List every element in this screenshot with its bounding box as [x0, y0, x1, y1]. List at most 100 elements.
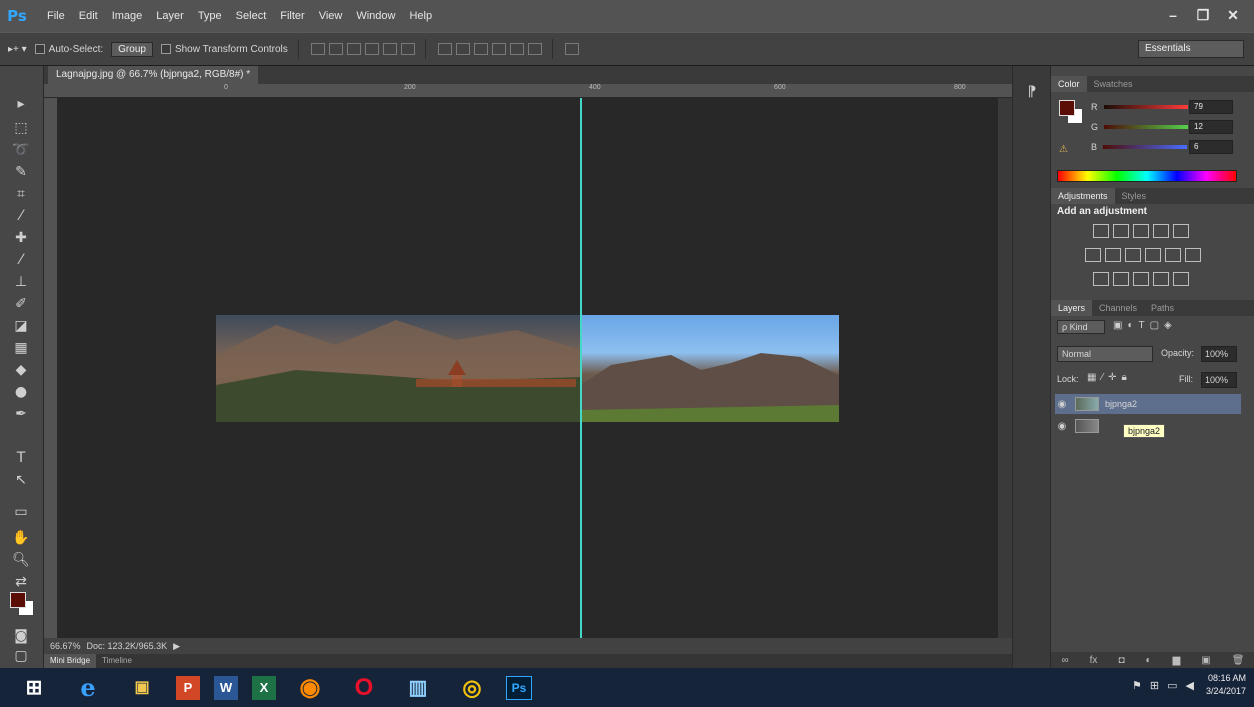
tab-timeline[interactable]: Timeline — [96, 654, 138, 668]
menu-image[interactable]: Image — [105, 0, 150, 32]
workspace-dropdown[interactable]: Essentials — [1138, 40, 1244, 58]
new-layer-icon[interactable]: ▣ — [1201, 655, 1210, 666]
layer-filter-icons[interactable]: ▣◐T▢◈ — [1113, 320, 1177, 331]
green-slider-track[interactable] — [1104, 125, 1189, 129]
flag-icon[interactable]: ⚑ — [1132, 679, 1142, 692]
close-button[interactable]: ✕ — [1218, 4, 1248, 26]
distribute-middle-icon[interactable] — [455, 43, 470, 55]
volume-icon[interactable]: ◀ — [1185, 679, 1193, 692]
distribute-bottom-icon[interactable] — [473, 43, 488, 55]
brightness-icon[interactable] — [1093, 224, 1109, 238]
align-bottom-icon[interactable] — [346, 43, 361, 55]
layer-row-selected[interactable]: ◉ bjpnga2 — [1055, 394, 1241, 414]
red-slider-track[interactable] — [1103, 105, 1188, 109]
chrome-icon[interactable]: ◎ — [452, 672, 492, 704]
status-menu-arrow-icon[interactable]: ▶ — [173, 641, 180, 652]
color-balance-icon[interactable] — [1105, 248, 1121, 262]
menu-layer[interactable]: Layer — [149, 0, 191, 32]
levels-icon[interactable] — [1113, 224, 1129, 238]
taskbar-clock[interactable]: 08:16 AM 3/24/2017 — [1206, 672, 1246, 698]
distribute-left-icon[interactable] — [491, 43, 506, 55]
publisher-icon[interactable]: ▥ — [398, 672, 438, 704]
excel-icon[interactable]: X — [252, 675, 276, 700]
tab-channels[interactable]: Channels — [1092, 300, 1144, 316]
align-middle-icon[interactable] — [328, 43, 343, 55]
new-adjustment-icon[interactable]: ◐ — [1146, 655, 1152, 666]
start-button-icon[interactable]: ⊞ — [14, 672, 54, 704]
doc-size[interactable]: Doc: 123.2K/965.3K — [87, 641, 168, 651]
clone-stamp-tool-icon[interactable]: ⊥ — [10, 272, 32, 292]
photo-filter-icon[interactable] — [1145, 248, 1161, 262]
document-tab[interactable]: Lagnajpg.jpg @ 66.7% (bjpnga2, RGB/8#) * — [48, 66, 259, 84]
quick-mask-icon[interactable]: ◙ — [10, 626, 32, 646]
firefox-icon[interactable]: ◉ — [290, 672, 330, 704]
marquee-tool-icon[interactable]: ⬚ — [10, 118, 32, 138]
hue-saturation-icon[interactable] — [1085, 248, 1101, 262]
foreground-color-swatch[interactable] — [10, 592, 26, 608]
tab-adjustments[interactable]: Adjustments — [1051, 188, 1115, 204]
history-panel-icon[interactable]: ⁋ — [1021, 82, 1043, 102]
invert-icon[interactable] — [1093, 272, 1109, 286]
vertical-ruler[interactable] — [44, 98, 58, 638]
visibility-eye-icon[interactable]: ◉ — [1055, 421, 1069, 432]
menu-select[interactable]: Select — [229, 0, 274, 32]
align-center-icon[interactable] — [382, 43, 397, 55]
blur-tool-icon[interactable]: ◆ — [10, 360, 32, 380]
blue-slider-track[interactable] — [1103, 145, 1188, 149]
gradient-tool-icon[interactable]: ▦ — [10, 338, 32, 358]
photoshop-taskbar-icon[interactable]: Ps — [506, 675, 532, 700]
curves-icon[interactable] — [1133, 224, 1149, 238]
network-icon[interactable]: ⊞ — [1150, 679, 1159, 692]
menu-file[interactable]: File — [40, 0, 72, 32]
color-lookup-icon[interactable] — [1185, 248, 1201, 262]
vertical-guide[interactable] — [580, 98, 582, 638]
color-slider-g[interactable]: G — [1091, 120, 1189, 134]
battery-icon[interactable]: ▭ — [1167, 679, 1177, 692]
auto-select-checkbox[interactable] — [34, 44, 45, 54]
distribute-center-icon[interactable] — [509, 43, 524, 55]
distribute-right-icon[interactable] — [527, 43, 542, 55]
dodge-tool-icon[interactable]: ● — [10, 382, 32, 402]
tab-swatches[interactable]: Swatches — [1087, 76, 1140, 92]
file-explorer-icon[interactable]: ▣ — [122, 672, 162, 704]
auto-select-option[interactable]: Auto-Select: — [34, 44, 103, 55]
add-mask-icon[interactable]: ◘ — [1118, 655, 1124, 666]
eyedropper-tool-icon[interactable]: ⁄ — [10, 206, 32, 226]
menu-type[interactable]: Type — [191, 0, 229, 32]
rectangle-tool-icon[interactable]: ▭ — [10, 502, 32, 522]
delete-layer-icon[interactable]: 🗑︎ — [1232, 655, 1245, 666]
new-group-icon[interactable]: ▆ — [1173, 655, 1181, 666]
channel-mixer-icon[interactable] — [1165, 248, 1181, 262]
document-image[interactable] — [216, 315, 839, 422]
zoom-level[interactable]: 66.67% — [50, 641, 81, 651]
color-spectrum-ramp[interactable] — [1057, 170, 1237, 182]
vertical-scrollbar[interactable] — [998, 98, 1012, 638]
tab-color[interactable]: Color — [1051, 76, 1087, 92]
crop-tool-icon[interactable]: ⌗ — [10, 184, 32, 204]
vibrance-icon[interactable] — [1173, 224, 1189, 238]
move-tool-icon[interactable]: ▸ — [10, 94, 32, 114]
auto-select-dropdown[interactable]: Group — [111, 41, 153, 57]
align-top-icon[interactable] — [310, 43, 325, 55]
gamut-warning-icon[interactable]: ⚠ — [1059, 144, 1068, 155]
quick-select-tool-icon[interactable]: ✎ — [10, 162, 32, 182]
lasso-tool-icon[interactable]: ➰ — [10, 140, 32, 160]
type-tool-icon[interactable]: T — [10, 448, 32, 468]
auto-align-icon[interactable] — [564, 43, 579, 55]
zoom-tool-icon[interactable]: 🔍︎ — [10, 550, 32, 570]
align-right-icon[interactable] — [400, 43, 415, 55]
canvas-area[interactable] — [58, 98, 998, 638]
opera-icon[interactable]: O — [344, 672, 384, 704]
visibility-eye-icon[interactable]: ◉ — [1055, 399, 1069, 410]
menu-filter[interactable]: Filter — [273, 0, 311, 32]
posterize-icon[interactable] — [1113, 272, 1129, 286]
menu-window[interactable]: Window — [349, 0, 402, 32]
pen-tool-icon[interactable]: ✒ — [10, 404, 32, 424]
menu-help[interactable]: Help — [402, 0, 439, 32]
screen-mode-icon[interactable]: ▢ — [10, 646, 32, 666]
tab-styles[interactable]: Styles — [1115, 188, 1154, 204]
green-value-field[interactable]: 12 — [1189, 120, 1233, 134]
menu-view[interactable]: View — [312, 0, 350, 32]
gradient-map-icon[interactable] — [1153, 272, 1169, 286]
menu-edit[interactable]: Edit — [72, 0, 105, 32]
